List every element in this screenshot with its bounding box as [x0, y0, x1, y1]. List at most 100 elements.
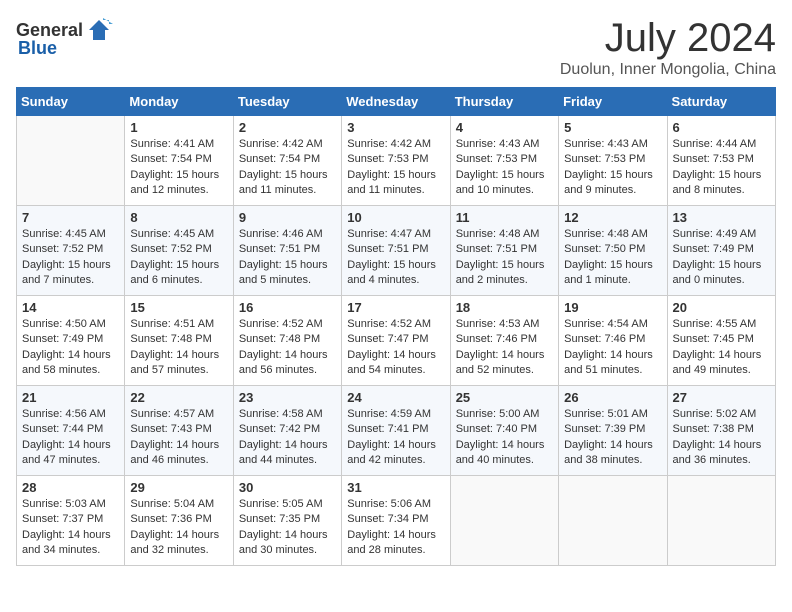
calendar-cell: 26 Sunrise: 5:01 AMSunset: 7:39 PMDayligh…: [559, 386, 667, 476]
day-number: 27: [673, 390, 770, 405]
calendar-cell: 25 Sunrise: 5:00 AMSunset: 7:40 PMDayligh…: [450, 386, 558, 476]
day-info: Sunrise: 4:48 AMSunset: 7:51 PMDaylight:…: [456, 227, 553, 289]
month-title: July 2024: [560, 16, 776, 61]
day-info: Sunrise: 5:04 AMSunset: 7:36 PMDaylight:…: [130, 497, 227, 559]
day-number: 18: [456, 300, 553, 315]
day-info: Sunrise: 4:42 AMSunset: 7:53 PMDaylight:…: [347, 137, 444, 199]
day-number: 26: [564, 390, 661, 405]
day-number: 20: [673, 300, 770, 315]
header-day-wednesday: Wednesday: [342, 88, 450, 116]
day-info: Sunrise: 5:05 AMSunset: 7:35 PMDaylight:…: [239, 497, 336, 559]
calendar-cell: 20 Sunrise: 4:55 AMSunset: 7:45 PMDayligh…: [667, 296, 775, 386]
calendar-cell: 19 Sunrise: 4:54 AMSunset: 7:46 PMDayligh…: [559, 296, 667, 386]
day-info: Sunrise: 4:59 AMSunset: 7:41 PMDaylight:…: [347, 407, 444, 469]
day-number: 8: [130, 210, 227, 225]
calendar-cell: [667, 476, 775, 566]
calendar-table: SundayMondayTuesdayWednesdayThursdayFrid…: [16, 87, 776, 566]
calendar-cell: 23Sunrise: 4:58 AMSunset: 7:42 PMDayligh…: [233, 386, 341, 476]
calendar-cell: 4 Sunrise: 4:43 AMSunset: 7:53 PMDaylight…: [450, 116, 558, 206]
header-day-tuesday: Tuesday: [233, 88, 341, 116]
day-number: 10: [347, 210, 444, 225]
day-number: 15: [130, 300, 227, 315]
day-number: 28: [22, 480, 119, 495]
day-info: Sunrise: 4:52 AMSunset: 7:47 PMDaylight:…: [347, 317, 444, 379]
day-info: Sunrise: 4:47 AMSunset: 7:51 PMDaylight:…: [347, 227, 444, 289]
header-day-sunday: Sunday: [17, 88, 125, 116]
calendar-cell: [559, 476, 667, 566]
day-number: 13: [673, 210, 770, 225]
calendar-cell: 8 Sunrise: 4:45 AMSunset: 7:52 PMDaylight…: [125, 206, 233, 296]
day-number: 12: [564, 210, 661, 225]
day-number: 14: [22, 300, 119, 315]
day-number: 11: [456, 210, 553, 225]
calendar-cell: 14 Sunrise: 4:50 AMSunset: 7:49 PMDayligh…: [17, 296, 125, 386]
day-info: Sunrise: 4:45 AMSunset: 7:52 PMDaylight:…: [22, 227, 119, 289]
calendar-cell: 15 Sunrise: 4:51 AMSunset: 7:48 PMDayligh…: [125, 296, 233, 386]
calendar-cell: 11 Sunrise: 4:48 AMSunset: 7:51 PMDayligh…: [450, 206, 558, 296]
day-info: Sunrise: 4:53 AMSunset: 7:46 PMDaylight:…: [456, 317, 553, 379]
day-number: 30: [239, 480, 336, 495]
calendar-cell: 17 Sunrise: 4:52 AMSunset: 7:47 PMDayligh…: [342, 296, 450, 386]
day-info: Sunrise: 4:44 AMSunset: 7:53 PMDaylight:…: [673, 137, 770, 199]
day-info: Sunrise: 4:52 AMSunset: 7:48 PMDaylight:…: [239, 317, 336, 379]
calendar-week-1: 1 Sunrise: 4:41 AMSunset: 7:54 PMDaylight…: [17, 116, 776, 206]
calendar-cell: 28 Sunrise: 5:03 AMSunset: 7:37 PMDayligh…: [17, 476, 125, 566]
day-info: Sunrise: 4:49 AMSunset: 7:49 PMDaylight:…: [673, 227, 770, 289]
calendar-cell: 30 Sunrise: 5:05 AMSunset: 7:35 PMDayligh…: [233, 476, 341, 566]
calendar-week-2: 7 Sunrise: 4:45 AMSunset: 7:52 PMDaylight…: [17, 206, 776, 296]
day-info: Sunrise: 5:00 AMSunset: 7:40 PMDaylight:…: [456, 407, 553, 469]
day-info: Sunrise: 4:42 AMSunset: 7:54 PMDaylight:…: [239, 137, 336, 199]
calendar-cell: 29Sunrise: 5:04 AMSunset: 7:36 PMDayligh…: [125, 476, 233, 566]
calendar-week-3: 14 Sunrise: 4:50 AMSunset: 7:49 PMDayligh…: [17, 296, 776, 386]
calendar-cell: 31Sunrise: 5:06 AMSunset: 7:34 PMDayligh…: [342, 476, 450, 566]
calendar-cell: 10 Sunrise: 4:47 AMSunset: 7:51 PMDayligh…: [342, 206, 450, 296]
day-number: 31: [347, 480, 444, 495]
header-day-saturday: Saturday: [667, 88, 775, 116]
day-number: 2: [239, 120, 336, 135]
day-info: Sunrise: 4:45 AMSunset: 7:52 PMDaylight:…: [130, 227, 227, 289]
calendar-cell: 21 Sunrise: 4:56 AMSunset: 7:44 PMDayligh…: [17, 386, 125, 476]
day-number: 4: [456, 120, 553, 135]
calendar-cell: 13 Sunrise: 4:49 AMSunset: 7:49 PMDayligh…: [667, 206, 775, 296]
day-number: 17: [347, 300, 444, 315]
day-number: 5: [564, 120, 661, 135]
calendar-cell: 2 Sunrise: 4:42 AMSunset: 7:54 PMDaylight…: [233, 116, 341, 206]
calendar-week-4: 21 Sunrise: 4:56 AMSunset: 7:44 PMDayligh…: [17, 386, 776, 476]
day-number: 16: [239, 300, 336, 315]
calendar-cell: [450, 476, 558, 566]
calendar-cell: 27Sunrise: 5:02 AMSunset: 7:38 PMDayligh…: [667, 386, 775, 476]
day-info: Sunrise: 4:48 AMSunset: 7:50 PMDaylight:…: [564, 227, 661, 289]
calendar-cell: 5Sunrise: 4:43 AMSunset: 7:53 PMDaylight…: [559, 116, 667, 206]
day-info: Sunrise: 4:41 AMSunset: 7:54 PMDaylight:…: [130, 137, 227, 199]
logo-icon: [85, 16, 113, 44]
day-info: Sunrise: 5:01 AMSunset: 7:39 PMDaylight:…: [564, 407, 661, 469]
day-number: 9: [239, 210, 336, 225]
calendar-cell: 3 Sunrise: 4:42 AMSunset: 7:53 PMDaylight…: [342, 116, 450, 206]
calendar-cell: 7 Sunrise: 4:45 AMSunset: 7:52 PMDaylight…: [17, 206, 125, 296]
day-number: 3: [347, 120, 444, 135]
calendar-week-5: 28 Sunrise: 5:03 AMSunset: 7:37 PMDayligh…: [17, 476, 776, 566]
day-number: 21: [22, 390, 119, 405]
calendar-cell: [17, 116, 125, 206]
day-info: Sunrise: 4:54 AMSunset: 7:46 PMDaylight:…: [564, 317, 661, 379]
day-number: 19: [564, 300, 661, 315]
day-number: 1: [130, 120, 227, 135]
calendar-cell: 16 Sunrise: 4:52 AMSunset: 7:48 PMDayligh…: [233, 296, 341, 386]
day-info: Sunrise: 4:55 AMSunset: 7:45 PMDaylight:…: [673, 317, 770, 379]
day-number: 6: [673, 120, 770, 135]
day-info: Sunrise: 4:51 AMSunset: 7:48 PMDaylight:…: [130, 317, 227, 379]
day-info: Sunrise: 4:43 AMSunset: 7:53 PMDaylight:…: [456, 137, 553, 199]
header-day-monday: Monday: [125, 88, 233, 116]
calendar-cell: 1 Sunrise: 4:41 AMSunset: 7:54 PMDaylight…: [125, 116, 233, 206]
day-info: Sunrise: 5:03 AMSunset: 7:37 PMDaylight:…: [22, 497, 119, 559]
day-number: 24: [347, 390, 444, 405]
day-info: Sunrise: 4:56 AMSunset: 7:44 PMDaylight:…: [22, 407, 119, 469]
calendar-cell: 24 Sunrise: 4:59 AMSunset: 7:41 PMDayligh…: [342, 386, 450, 476]
day-number: 25: [456, 390, 553, 405]
day-info: Sunrise: 4:50 AMSunset: 7:49 PMDaylight:…: [22, 317, 119, 379]
calendar-cell: 18 Sunrise: 4:53 AMSunset: 7:46 PMDayligh…: [450, 296, 558, 386]
page-header: General Blue July 2024 Duolun, Inner Mon…: [16, 16, 776, 79]
day-info: Sunrise: 4:46 AMSunset: 7:51 PMDaylight:…: [239, 227, 336, 289]
logo: General Blue: [16, 16, 113, 59]
day-number: 7: [22, 210, 119, 225]
